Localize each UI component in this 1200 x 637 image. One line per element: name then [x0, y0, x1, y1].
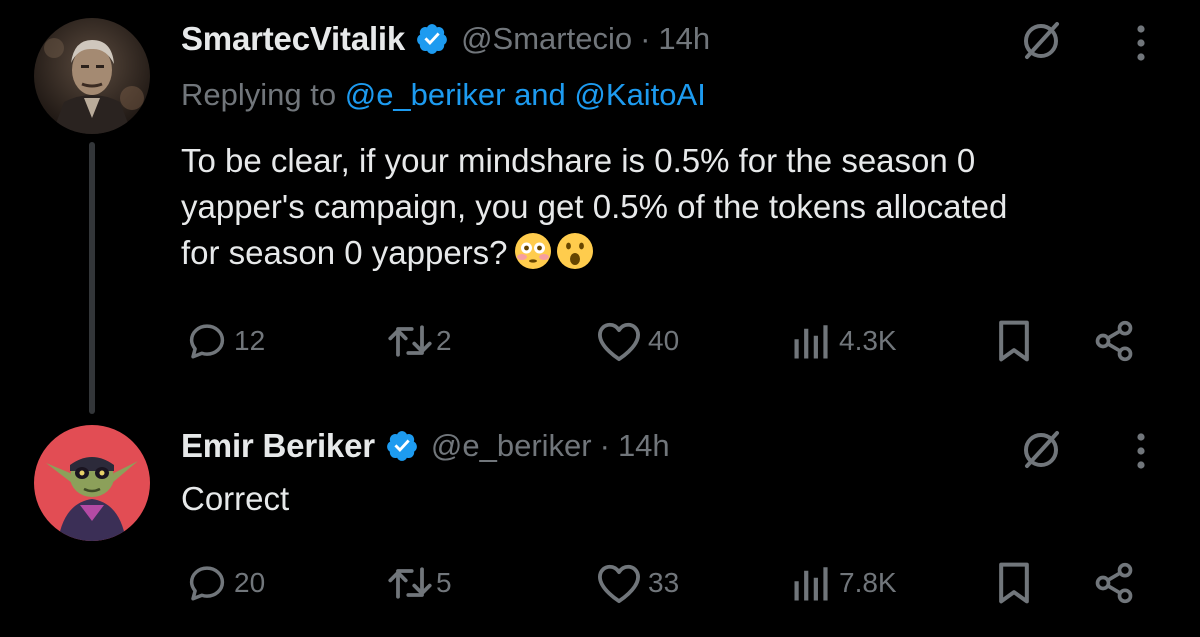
- author-handle[interactable]: @Smartecio: [461, 21, 632, 57]
- action-bar: 12 2 40 4.3K: [0, 317, 1200, 365]
- like-icon: [596, 320, 642, 362]
- bookmark-icon: [994, 319, 1034, 363]
- repost-count: 5: [436, 567, 452, 598]
- avatar[interactable]: [34, 18, 150, 134]
- views-button[interactable]: 7.8K: [791, 559, 897, 607]
- reply-icon: [186, 320, 228, 362]
- repost-count: 2: [436, 325, 452, 356]
- tweet-header: SmartecVitalik @Smartecio · 14h: [181, 16, 710, 62]
- like-icon: [596, 562, 642, 604]
- separator-dot: ·: [599, 428, 610, 463]
- views-count: 4.3K: [839, 325, 897, 356]
- tweet-text: To be clear, if your mindshare is 0.5% f…: [181, 138, 1171, 276]
- tweet-text-line: To be clear, if your mindshare is 0.5% f…: [181, 142, 976, 179]
- views-button[interactable]: 4.3K: [791, 317, 897, 365]
- tweet-parent[interactable]: SmartecVitalik @Smartecio · 14h Replying…: [0, 0, 1200, 414]
- timestamp[interactable]: 14h: [618, 428, 670, 464]
- tweet-header: Emir Beriker @e_beriker · 14h: [181, 423, 670, 469]
- reply-count: 20: [234, 567, 266, 598]
- repost-icon: [386, 320, 434, 362]
- tweet-reply[interactable]: Emir Beriker @e_beriker · 14h Correct 20…: [0, 410, 1200, 637]
- replying-prefix: Replying to: [181, 77, 337, 112]
- tweet-text-line: yapper's campaign, you get 0.5% of the t…: [181, 188, 1008, 225]
- tweet-text-segment: for season 0 yappers?: [181, 234, 508, 271]
- grok-icon[interactable]: [1017, 17, 1065, 65]
- like-button[interactable]: 33: [596, 559, 679, 607]
- more-icon[interactable]: [1131, 22, 1151, 64]
- repost-button[interactable]: 5: [386, 559, 452, 607]
- reply-count: 12: [234, 325, 266, 356]
- grok-icon[interactable]: [1017, 426, 1065, 474]
- mention-link[interactable]: @KaitoAI: [574, 77, 705, 112]
- repost-icon: [386, 562, 434, 604]
- repost-button[interactable]: 2: [386, 317, 452, 365]
- share-button[interactable]: [1092, 559, 1136, 607]
- author-name[interactable]: SmartecVitalik: [181, 20, 405, 58]
- separator-dot: ·: [640, 21, 651, 56]
- tweet-text: Correct: [181, 476, 289, 522]
- more-icon[interactable]: [1131, 430, 1151, 472]
- avatar[interactable]: [34, 425, 150, 541]
- replying-to: Replying to @e_beriker and @KaitoAI: [181, 77, 706, 113]
- reply-button[interactable]: 12: [186, 317, 265, 365]
- action-bar: 20 5 33 7.8K: [0, 559, 1200, 607]
- reply-button[interactable]: 20: [186, 559, 265, 607]
- flushed-face-emoji: [514, 232, 552, 270]
- timestamp[interactable]: 14h: [658, 21, 710, 57]
- like-count: 33: [648, 567, 680, 598]
- mention-link[interactable]: @e_beriker: [345, 77, 506, 112]
- tweet-text-line: Correct: [181, 480, 290, 517]
- face-with-open-mouth-emoji: [556, 232, 594, 270]
- share-icon: [1092, 319, 1136, 363]
- verified-badge-icon[interactable]: [385, 429, 419, 463]
- views-count: 7.8K: [839, 567, 897, 598]
- verified-badge-icon[interactable]: [415, 22, 449, 56]
- author-name[interactable]: Emir Beriker: [181, 427, 375, 465]
- mention-joiner[interactable]: and: [514, 77, 566, 112]
- views-icon: [791, 320, 833, 362]
- views-icon: [791, 562, 833, 604]
- like-button[interactable]: 40: [596, 317, 679, 365]
- tweet-text-line-last: for season 0 yappers?: [181, 230, 1171, 276]
- share-icon: [1092, 561, 1136, 605]
- like-count: 40: [648, 325, 680, 356]
- reply-icon: [186, 562, 228, 604]
- bookmark-button[interactable]: [994, 317, 1034, 365]
- share-button[interactable]: [1092, 317, 1136, 365]
- thread-line: [89, 142, 95, 414]
- bookmark-button[interactable]: [994, 559, 1034, 607]
- author-handle[interactable]: @e_beriker: [431, 428, 592, 464]
- bookmark-icon: [994, 561, 1034, 605]
